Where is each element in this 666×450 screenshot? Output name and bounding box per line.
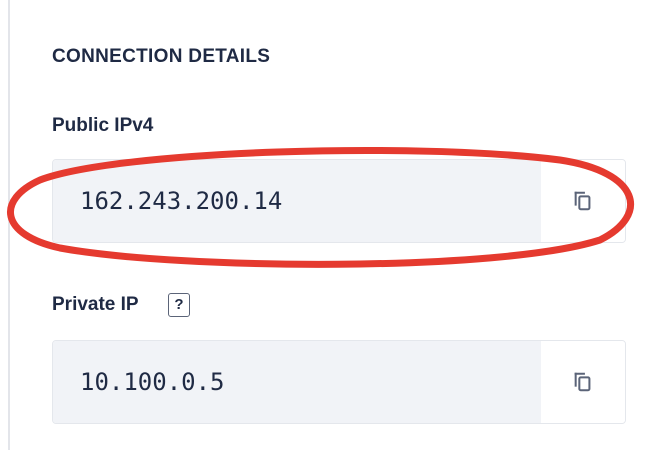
private-ip-field: 10.100.0.5 <box>52 340 626 424</box>
copy-icon <box>574 191 591 211</box>
section-title: CONNECTION DETAILS <box>52 46 271 67</box>
public-ipv4-field: 162.243.200.14 <box>52 159 626 243</box>
public-ipv4-value[interactable]: 162.243.200.14 <box>53 160 542 242</box>
private-ip-label: Private IP <box>52 294 139 315</box>
copy-private-ip-button[interactable] <box>541 341 625 423</box>
copy-icon <box>574 372 591 392</box>
public-ipv4-label: Public IPv4 <box>52 115 154 136</box>
panel-divider <box>8 0 10 450</box>
private-ip-value[interactable]: 10.100.0.5 <box>53 341 542 423</box>
copy-public-ipv4-button[interactable] <box>541 160 625 242</box>
help-icon[interactable]: ? <box>168 293 190 317</box>
connection-details-panel: CONNECTION DETAILS Public IPv4 162.243.2… <box>0 0 666 450</box>
